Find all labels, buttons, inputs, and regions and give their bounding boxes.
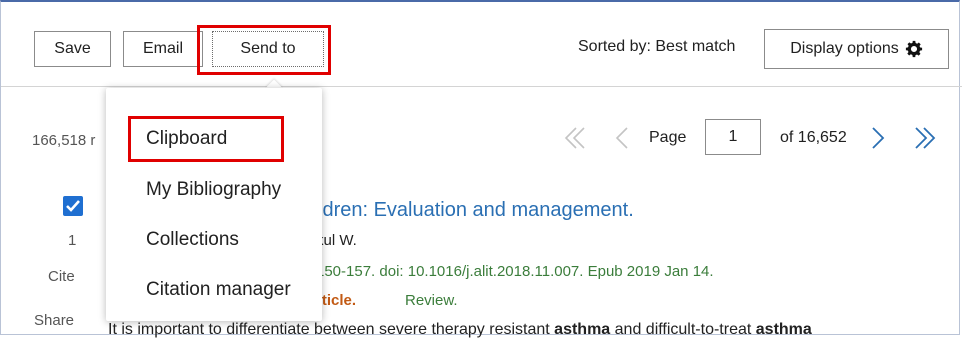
gear-icon [905, 40, 922, 58]
results-count: 166,518 r [32, 132, 96, 149]
result-citation: 150-157. doi: 10.1016/j.alit.2018.11.007… [316, 263, 714, 280]
first-page-icon[interactable] [560, 124, 588, 152]
review-label: Review. [405, 292, 458, 309]
sort-label: Sorted by: Best match [578, 38, 736, 55]
result-checkbox[interactable] [63, 196, 83, 216]
total-pages-label: of 16,652 [780, 129, 847, 146]
display-options-label: Display options [790, 40, 899, 57]
prev-page-icon[interactable] [612, 124, 632, 152]
result-title-link[interactable]: ldren: Evaluation and management. [318, 199, 634, 222]
menu-item-citation-manager[interactable]: Citation manager [146, 279, 291, 301]
share-button[interactable]: Share [34, 312, 74, 329]
cite-button[interactable]: Cite [48, 268, 75, 285]
result-snippet: It is important to differentiate between… [108, 321, 812, 338]
last-page-icon[interactable] [912, 124, 940, 152]
email-button[interactable]: Email [123, 31, 203, 67]
display-options-button[interactable]: Display options [764, 29, 949, 69]
send-to-highlight [197, 25, 331, 75]
toolbar-divider [1, 86, 962, 87]
check-icon [66, 200, 80, 212]
save-button[interactable]: Save [34, 31, 111, 67]
result-authors: kul W. [316, 232, 357, 249]
menu-item-my-bibliography[interactable]: My Bibliography [146, 179, 281, 201]
clipboard-highlight [128, 116, 284, 162]
result-index: 1 [68, 232, 77, 249]
next-page-icon[interactable] [868, 124, 888, 152]
page-number-input[interactable]: 1 [705, 119, 761, 155]
article-type-badge: rticle. [316, 292, 357, 309]
menu-item-collections[interactable]: Collections [146, 229, 239, 251]
page-label: Page [649, 129, 687, 146]
